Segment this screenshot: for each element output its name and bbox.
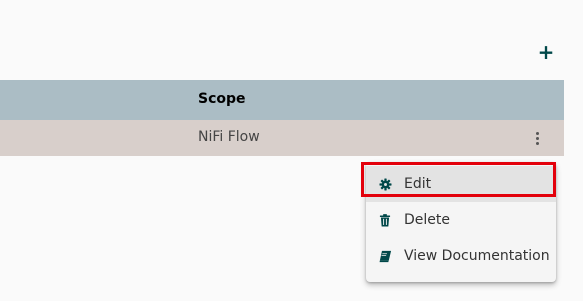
gear-icon [378,177,392,191]
trash-icon [378,213,392,227]
menu-item-delete[interactable]: Delete [366,202,556,238]
table: Scope NiFi Flow [0,80,564,156]
menu-item-edit[interactable]: Edit [366,166,556,202]
menu-item-label: Edit [404,176,432,192]
menu-item-label: Delete [404,212,450,228]
table-header: Scope [0,80,564,120]
table-row[interactable]: NiFi Flow [0,120,564,156]
add-button[interactable]: + [537,40,555,64]
menu-item-label: View Documentation [404,248,550,264]
plus-icon: + [537,40,555,64]
book-icon [378,249,392,263]
more-vert-icon[interactable] [530,129,544,147]
context-menu: Edit Delete View Documentation [366,162,556,282]
cell-scope: NiFi Flow [198,129,260,145]
column-header-scope[interactable]: Scope [198,91,246,107]
menu-item-view-documentation[interactable]: View Documentation [366,238,556,274]
page: + Scope NiFi Flow Edit Delete View Docum… [0,0,583,301]
